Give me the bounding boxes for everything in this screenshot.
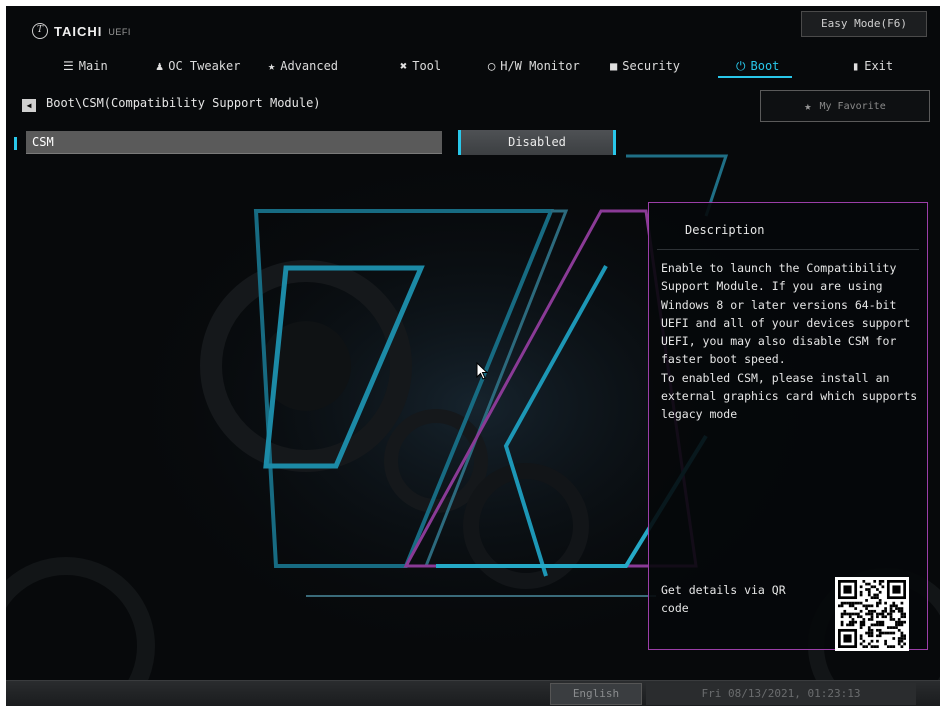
person-icon: ♟ (156, 59, 164, 73)
shield-icon: ■ (610, 59, 618, 73)
selected-row-marker (14, 137, 17, 150)
bios-screen: T TAICHI UEFI Easy Mode(F6) ☰ Main ♟ OC … (6, 6, 940, 706)
tab-label: Exit (864, 59, 894, 73)
qr-code-icon (835, 577, 909, 651)
breadcrumb: Boot\CSM(Compatibility Support Module) (46, 96, 321, 110)
tab-label: Main (78, 59, 108, 73)
description-title: Description (685, 223, 765, 237)
qr-label: Get details via QR code (661, 583, 786, 615)
tab-label: Advanced (280, 59, 339, 73)
my-favorite-button[interactable]: ★ My Favorite (760, 90, 930, 122)
list-icon: ☰ (63, 59, 74, 73)
mouse-cursor-icon (476, 362, 488, 380)
tab-hw-monitor[interactable]: ◯ H/W Monitor (488, 54, 580, 78)
tab-label: Boot (750, 59, 780, 73)
main-nav: ☰ Main ♟ OC Tweaker ★ Advanced ✖ Tool ◯ … (6, 54, 940, 78)
monitor-icon: ◯ (488, 59, 496, 73)
tab-tool[interactable]: ✖ Tool (400, 54, 441, 78)
tab-label: H/W Monitor (500, 59, 580, 73)
tab-label: Tool (412, 59, 442, 73)
brand-uefi: UEFI (108, 27, 131, 37)
setting-label: CSM (32, 135, 54, 149)
my-favorite-label: My Favorite (819, 100, 886, 112)
language-button[interactable]: English (550, 683, 642, 705)
easy-mode-button[interactable]: Easy Mode(F6) (801, 11, 927, 37)
tab-label: OC Tweaker (168, 59, 241, 73)
datetime-display: Fri 08/13/2021, 01:23:13 (646, 683, 916, 705)
description-text: Enable to launch the Compatibility Suppo… (661, 261, 918, 422)
star-icon: ★ (804, 99, 812, 113)
power-icon: ⏻ (736, 58, 746, 73)
tab-main[interactable]: ☰ Main (63, 54, 108, 78)
description-divider (657, 249, 919, 250)
active-tab-indicator (718, 76, 792, 78)
star-icon: ★ (268, 59, 276, 73)
tab-boot[interactable]: ⏻ Boot (736, 54, 779, 78)
brand-name: TAICHI (54, 23, 103, 39)
taichi-logo-icon: T (32, 23, 48, 39)
exit-icon: ▮ (852, 59, 860, 73)
tab-security[interactable]: ■ Security (610, 54, 680, 78)
status-bar: English Fri 08/13/2021, 01:23:13 (6, 680, 940, 706)
tab-advanced[interactable]: ★ Advanced (268, 54, 338, 78)
back-arrow-icon[interactable]: ◀ (22, 99, 36, 112)
brand: T TAICHI UEFI (32, 23, 131, 39)
csm-value-selector[interactable]: Disabled (458, 130, 616, 155)
setting-row-csm[interactable]: CSM (26, 131, 442, 154)
tab-oc-tweaker[interactable]: ♟ OC Tweaker (156, 54, 240, 78)
tools-icon: ✖ (400, 59, 408, 73)
tab-label: Security (622, 59, 681, 73)
description-panel: Description Enable to launch the Compati… (648, 202, 928, 651)
tab-exit[interactable]: ▮ Exit (852, 54, 893, 78)
